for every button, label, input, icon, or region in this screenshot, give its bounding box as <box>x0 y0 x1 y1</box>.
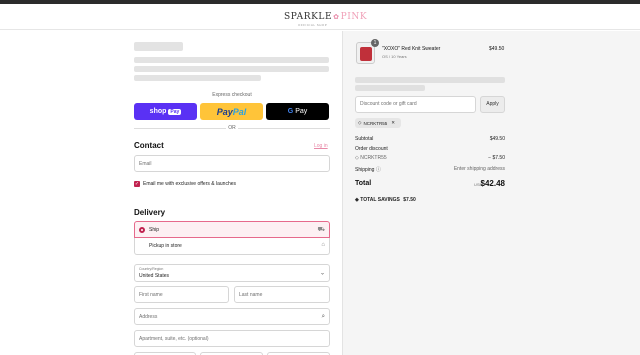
skeleton-line <box>134 57 329 63</box>
skeleton-title <box>134 42 183 51</box>
first-name-field[interactable]: First name <box>134 286 229 303</box>
applied-code-text: NCRKTR55 <box>363 120 388 126</box>
store-icon: ⌂ <box>321 242 325 248</box>
brand-tagline: OFFICIAL SHOP <box>298 23 328 27</box>
search-icon: ⌕ <box>321 313 325 319</box>
quantity-badge: 1 <box>371 39 379 47</box>
divider-left <box>134 128 226 129</box>
email-placeholder: Email <box>139 160 152 167</box>
country-label: Country/Region <box>139 267 164 271</box>
savings-value: $7.50 <box>403 197 416 203</box>
total-savings: ◈ TOTAL SAVINGS $7.50 <box>355 197 416 203</box>
shipping-value: Enter shipping address <box>453 166 505 172</box>
address-field[interactable]: Address ⌕ <box>134 308 330 325</box>
paypal-pay-text: Pay <box>216 106 233 117</box>
brand-logo[interactable]: SPARKLE✿PINK <box>284 12 367 22</box>
contact-heading: Contact <box>134 141 164 150</box>
skeleton-line <box>355 77 505 83</box>
applied-code-tag: ◇ NCRKTR55 ✕ <box>355 118 401 128</box>
product-name: "XOXO" Red Knit Sweater <box>382 46 441 52</box>
logo-text-a: SPARKLE <box>284 12 333 22</box>
google-pay-text: Pay <box>295 108 308 115</box>
shop-pay-text: shop <box>149 108 167 115</box>
google-g-icon: G <box>287 108 294 115</box>
newsletter-checkbox[interactable]: ✓ <box>134 181 140 187</box>
delivery-option-pickup[interactable]: Pickup in store ⌂ <box>134 238 330 255</box>
ship-label: Ship <box>149 226 160 233</box>
skeleton-line <box>134 75 261 81</box>
order-discount-code: ◇ NCRKTR55 <box>355 155 387 161</box>
total-label: Total <box>355 180 372 187</box>
delivery-heading: Delivery <box>134 208 166 217</box>
paypal-button[interactable]: Pay Pal <box>200 103 263 120</box>
divider-right <box>238 128 330 129</box>
shipping-label: Shipping ⓘ <box>355 166 381 173</box>
subtotal-value: $49.50 <box>489 136 505 142</box>
country-select[interactable]: Country/Region United States ⌄ <box>134 264 330 282</box>
ship-radio[interactable] <box>139 227 145 233</box>
email-field[interactable]: Email <box>134 155 330 172</box>
flower-icon: ✿ <box>333 13 340 21</box>
shop-pay-button[interactable]: shop Pay <box>134 103 197 120</box>
savings-label: TOTAL SAVINGS <box>360 197 400 203</box>
order-discount-label: Order discount <box>355 146 388 152</box>
google-pay-button[interactable]: G Pay <box>266 103 329 120</box>
product-price: $49.50 <box>489 46 505 52</box>
pickup-radio[interactable] <box>139 243 145 249</box>
order-discount-value: − $7.50 <box>488 155 505 161</box>
apartment-placeholder: Apartment, suite, etc. (optional) <box>139 335 209 342</box>
apartment-field[interactable]: Apartment, suite, etc. (optional) <box>134 330 330 347</box>
discount-code-text: NCRKTR55 <box>360 155 387 161</box>
delivery-option-ship[interactable]: Ship ⛟ <box>134 221 330 238</box>
shop-pay-pill: Pay <box>168 108 182 115</box>
country-value: United States <box>139 273 170 279</box>
newsletter-label: Email me with exclusive offers & launche… <box>143 181 237 187</box>
discount-code-input[interactable]: Discount code or gift card <box>355 96 476 113</box>
or-divider-text: OR <box>228 125 236 131</box>
address-placeholder: Address <box>139 313 158 320</box>
truck-icon: ⛟ <box>317 227 325 233</box>
info-icon[interactable]: ⓘ <box>376 167 381 173</box>
sweater-image <box>360 47 372 61</box>
pickup-label: Pickup in store <box>149 243 182 249</box>
apply-button[interactable]: Apply <box>480 96 505 113</box>
skeleton-line <box>355 85 425 91</box>
chevron-down-icon: ⌄ <box>319 270 325 277</box>
last-name-field[interactable]: Last name <box>234 286 330 303</box>
header: SPARKLE✿PINK OFFICIAL SHOP <box>0 4 640 30</box>
remove-code-icon[interactable]: ✕ <box>391 120 395 126</box>
paypal-pal-text: Pal <box>232 106 247 117</box>
express-checkout-label: Express checkout <box>212 92 252 98</box>
first-name-placeholder: First name <box>139 291 163 298</box>
last-name-placeholder: Last name <box>239 291 263 298</box>
subtotal-label: Subtotal <box>355 136 374 142</box>
tag-icon: ◇ <box>358 120 362 125</box>
total-value: $42.48 <box>480 179 505 188</box>
logo-text-b: PINK <box>340 12 368 22</box>
login-link[interactable]: Log in <box>314 143 328 149</box>
product-variant: OS / 10 Years <box>382 54 407 59</box>
shipping-label-text: Shipping <box>355 167 375 173</box>
skeleton-line <box>134 66 329 72</box>
